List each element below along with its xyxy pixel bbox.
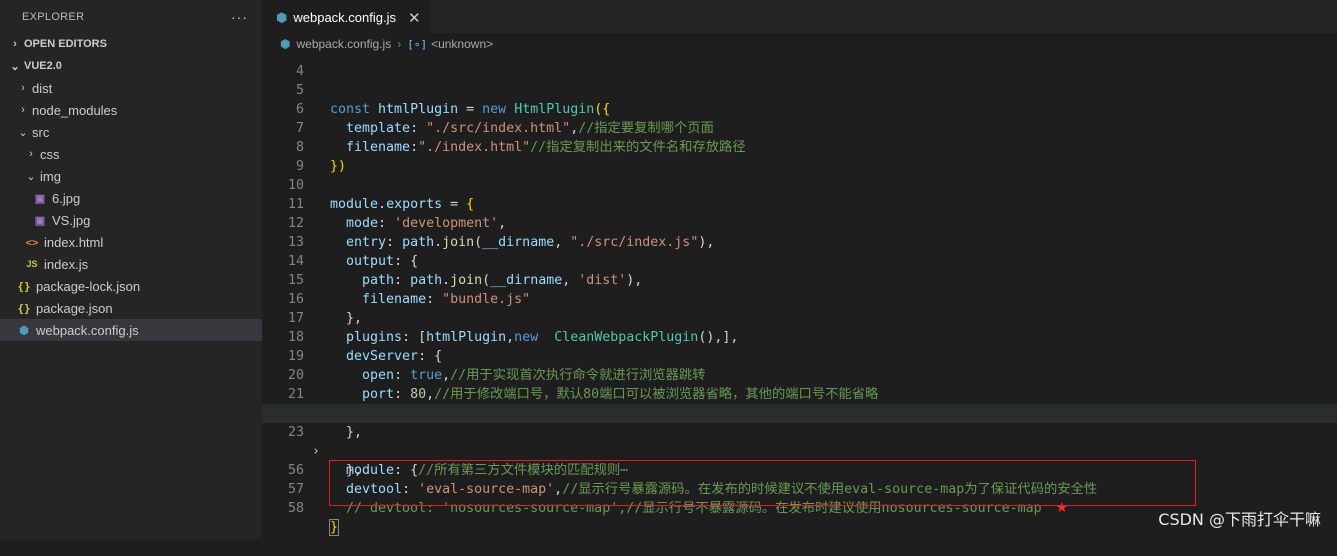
- highlight-box: [329, 460, 1196, 506]
- tree-file-index-html[interactable]: <> index.html: [0, 231, 262, 253]
- webpack-file-icon: ⬢: [276, 9, 288, 25]
- code-line: 17 plugins: [htmlPlugin,new CleanWebpack…: [262, 290, 1337, 345]
- chevron-down-icon: ⌄: [18, 126, 28, 139]
- code-line: 13 output: {: [262, 214, 1337, 269]
- code-line: 9: [262, 138, 1337, 174]
- code-line: 18 devServer: {: [262, 309, 1337, 364]
- project-section[interactable]: ⌄ VUE2.0: [0, 55, 262, 77]
- watermark: CSDN @下雨打伞干嘛: [1158, 510, 1321, 529]
- code-line: 15 filename: "bundle.js": [262, 252, 1337, 307]
- chevron-right-icon: ›: [21, 104, 25, 116]
- chevron-down-icon: ⌄: [10, 60, 20, 73]
- code-line-folded: 23 › module: {//所有第三方文件模块的匹配规则⋯: [262, 404, 1337, 478]
- tree-item-label: index.html: [44, 234, 104, 250]
- tree-file-vs-jpg[interactable]: ▣ VS.jpg: [0, 209, 262, 231]
- tree-folder-node-modules[interactable]: › node_modules: [0, 99, 262, 121]
- chevron-down-icon: ⌄: [26, 170, 36, 183]
- tree-item-label: VS.jpg: [52, 212, 91, 228]
- open-editors-label: OPEN EDITORS: [24, 38, 107, 50]
- code-line: 12 entry: path.join(__dirname, "./src/in…: [262, 195, 1337, 250]
- tree-item-label: index.js: [44, 256, 89, 272]
- tree-file-webpack-config[interactable]: ⬢ webpack.config.js: [0, 319, 262, 341]
- js-file-icon: JS: [26, 259, 38, 269]
- code-line: },: [262, 423, 1337, 478]
- code-line: 8 }): [262, 119, 1337, 174]
- tree-item-label: src: [32, 124, 50, 140]
- tab-label: webpack.config.js: [293, 10, 396, 25]
- html-file-icon: <>: [25, 235, 39, 249]
- code-editor[interactable]: 4 5 const htmlPlugin = new HtmlPlugin({ …: [262, 43, 1337, 536]
- tree-item-label: dist: [32, 80, 53, 96]
- code-line: 22 },: [262, 385, 1337, 440]
- code-line: 20 port: 80,//用于修改端口号，默认80端口可以被浏览器省略，其他的…: [262, 347, 1337, 402]
- line-number: 58: [287, 501, 304, 516]
- tree-folder-dist[interactable]: › dist: [0, 77, 262, 99]
- tree-file-6-jpg[interactable]: ▣ 6.jpg: [0, 187, 262, 209]
- code-text: }: [328, 519, 340, 536]
- code-line: 4: [262, 43, 1337, 79]
- tree-item-label: img: [40, 168, 61, 184]
- image-file-icon: ▣: [34, 214, 46, 227]
- tree-item-label: css: [40, 146, 60, 162]
- tree-item-label: node_modules: [32, 102, 118, 118]
- tree-item-label: 6.jpg: [52, 190, 81, 206]
- code-line: 11 mode: 'development',: [262, 176, 1337, 231]
- editor-area: ⬢ webpack.config.js ✕ ⬢ webpack.config.j…: [262, 0, 1337, 539]
- tree-item-label: webpack.config.js: [36, 322, 139, 338]
- webpack-file-icon: ⬢: [19, 324, 29, 337]
- tree-file-package-json[interactable]: {} package.json: [0, 297, 262, 319]
- tree-folder-css[interactable]: › css: [0, 143, 262, 165]
- image-file-icon: ▣: [34, 192, 46, 205]
- close-icon[interactable]: ✕: [408, 9, 421, 27]
- explorer-sidebar: EXPLORER ··· › OPEN EDITORS ⌄ VUE2.0 › d…: [0, 0, 262, 539]
- vscode-window: EXPLORER ··· › OPEN EDITORS ⌄ VUE2.0 › d…: [0, 0, 1337, 539]
- chevron-right-icon: ›: [13, 38, 17, 50]
- json-file-icon: {}: [17, 301, 31, 315]
- tab-webpack-config[interactable]: ⬢ webpack.config.js ✕: [262, 0, 431, 34]
- code-line: 5 const htmlPlugin = new HtmlPlugin({: [262, 62, 1337, 117]
- code-line: 10 module.exports = {: [262, 157, 1337, 212]
- chevron-right-icon: ›: [29, 148, 33, 160]
- tree-file-package-lock-json[interactable]: {} package-lock.json: [0, 275, 262, 297]
- open-editors-section[interactable]: › OPEN EDITORS: [0, 33, 262, 55]
- code-line: 19 open: true,//用于实现首次执行命令就进行浏览器跳转: [262, 328, 1337, 383]
- code-line: 56 devtool: 'eval-source-map',//显示行号暴露源码…: [262, 442, 1337, 497]
- tree-item-label: package.json: [36, 300, 113, 316]
- code-line: 7 filename:"./index.html"//指定复制出来的文件名和存放…: [262, 100, 1337, 155]
- json-file-icon: {}: [17, 279, 31, 293]
- chevron-right-icon: ›: [21, 82, 25, 94]
- tree-item-label: package-lock.json: [36, 278, 141, 294]
- code-line: 16 },: [262, 271, 1337, 326]
- tree-folder-img[interactable]: ⌄ img: [0, 165, 262, 187]
- tab-bar: ⬢ webpack.config.js ✕: [262, 0, 1337, 34]
- tree-folder-src[interactable]: ⌄ src: [0, 121, 262, 143]
- explorer-title: EXPLORER: [22, 10, 85, 23]
- code-line: 14 path: path.join(__dirname, 'dist'),: [262, 233, 1337, 288]
- code-line: 21 host:'127.0.0.1'//指定运行的主机地址: [262, 366, 1337, 421]
- explorer-header: EXPLORER ···: [0, 0, 262, 33]
- project-label: VUE2.0: [24, 60, 62, 72]
- tree-file-index-js[interactable]: JS index.js: [0, 253, 262, 275]
- code-line: 6 template: "./src/index.html",//指定要复制哪个…: [262, 81, 1337, 136]
- more-actions-icon[interactable]: ···: [231, 9, 248, 25]
